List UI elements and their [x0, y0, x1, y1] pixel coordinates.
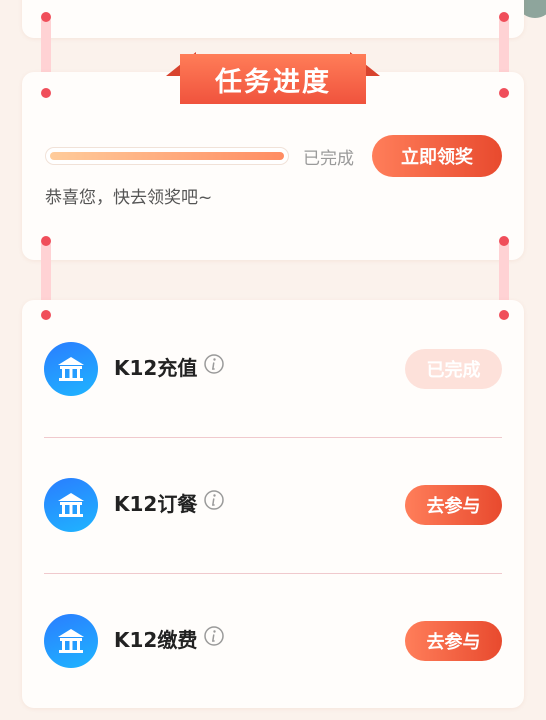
title-ribbon: 任务进度	[166, 52, 380, 104]
pin	[499, 12, 509, 22]
join-task-button[interactable]: 去参与	[405, 485, 502, 525]
bank-icon	[44, 342, 98, 396]
top-card	[22, 0, 524, 38]
congrats-message: 恭喜您，快去领奖吧~	[45, 188, 213, 208]
progress-fill	[50, 152, 284, 160]
task-title: K12充值	[114, 356, 198, 380]
pin	[41, 236, 51, 246]
pin	[499, 236, 509, 246]
task-title: K12缴费	[114, 628, 198, 652]
pin	[41, 12, 51, 22]
claim-reward-button[interactable]: 立即领奖	[372, 135, 502, 177]
bank-icon	[44, 478, 98, 532]
divider	[44, 437, 502, 438]
task-title: K12订餐	[114, 492, 198, 516]
pin	[41, 88, 51, 98]
info-icon[interactable]	[204, 626, 224, 646]
pin	[41, 310, 51, 320]
divider	[44, 573, 502, 574]
join-task-button[interactable]: 去参与	[405, 621, 502, 661]
progress-status: 已完成	[303, 149, 354, 169]
page-title: 任务进度	[180, 54, 366, 104]
task-completed-button: 已完成	[405, 349, 502, 389]
bank-icon	[44, 614, 98, 668]
info-icon[interactable]	[204, 490, 224, 510]
progress-bar	[45, 147, 289, 165]
pin	[499, 310, 509, 320]
pin	[499, 88, 509, 98]
info-icon[interactable]	[204, 354, 224, 374]
